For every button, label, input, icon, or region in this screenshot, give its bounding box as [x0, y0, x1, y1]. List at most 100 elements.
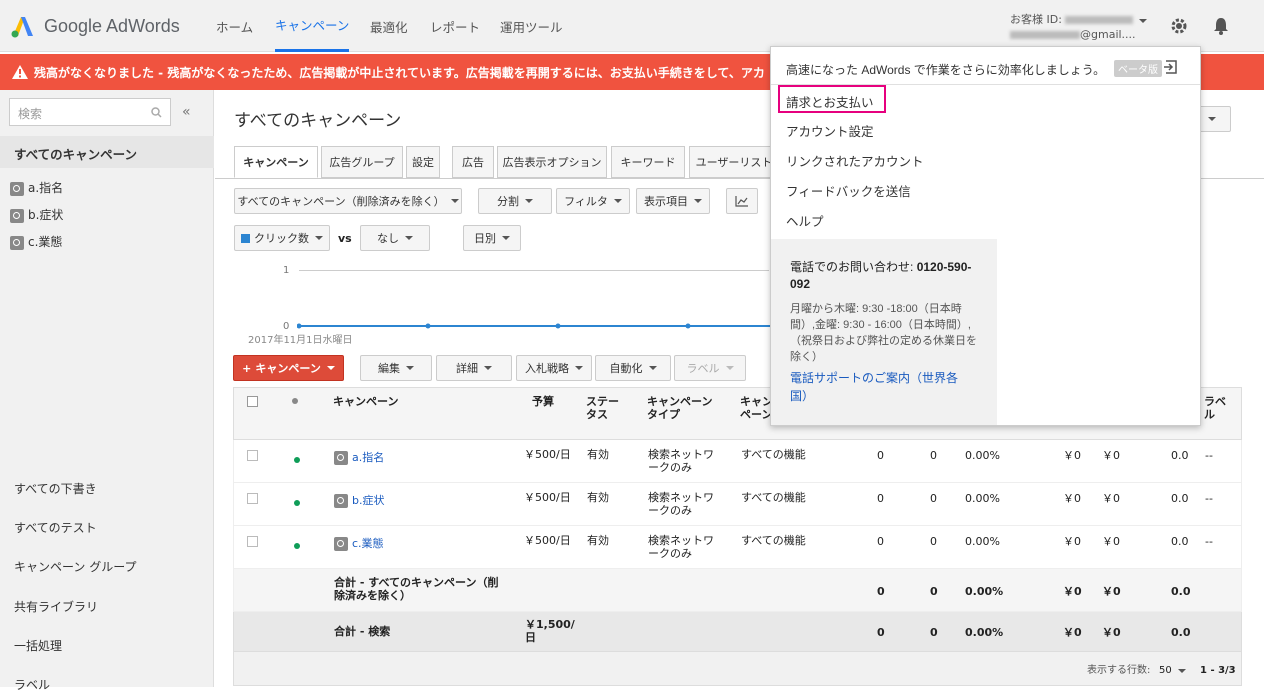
alert-text: 残高がなくなりました - 残高がなくなったため、広告掲載が中止されています。広告… [34, 65, 765, 80]
sidebar-campaign-a[interactable]: a.指名 [10, 179, 63, 196]
tab-ads[interactable]: 広告 [452, 146, 494, 178]
vs-label: vs [338, 232, 352, 245]
filter-dropdown[interactable]: フィルタ [556, 188, 630, 214]
sidebar-experiments[interactable]: すべてのテスト [14, 519, 97, 536]
labels-dropdown[interactable]: ラベル [674, 355, 746, 381]
period-dropdown[interactable]: 日別 [463, 225, 521, 251]
search-campaign-icon [10, 208, 24, 223]
campaign-link-c[interactable]: c.業態 [334, 537, 384, 551]
segment-dropdown[interactable]: 分割 [478, 188, 552, 214]
col-status[interactable]: ステータス [586, 395, 622, 421]
menu-account-settings[interactable]: アカウント設定 [786, 121, 874, 140]
impressions-value: 0 [930, 535, 937, 548]
budget-value[interactable]: ￥500/日 [524, 534, 571, 547]
metric-dropdown[interactable]: クリック数 [234, 225, 330, 251]
menu-send-feedback[interactable]: フィードバックを送信 [786, 181, 911, 200]
total-ctr: 0.00% [965, 585, 1004, 598]
nav-home[interactable]: ホーム [216, 0, 253, 52]
tab-campaigns[interactable]: キャンペーン [234, 146, 318, 178]
support-link[interactable]: 電話サポートのご案内（世界各国） [790, 369, 970, 405]
sidebar-all-campaigns[interactable]: すべてのキャンペーン [14, 144, 137, 163]
rows-per-page-select[interactable]: 50 [1159, 664, 1186, 677]
total-row-all: 合計 - すべてのキャンペーン（削除済みを除く） 0 0 0.00% ￥0 ￥0… [233, 569, 1242, 612]
clicks-value: 0 [877, 535, 884, 548]
chart-gridline-top [299, 270, 769, 271]
label-value: -- [1205, 492, 1213, 505]
details-label: 詳細 [456, 362, 478, 375]
chart-toggle-button[interactable] [726, 188, 758, 214]
row-checkbox[interactable] [247, 536, 258, 547]
impressions-value: 0 [930, 449, 937, 462]
chevron-down-icon [406, 366, 414, 370]
nav-optimize[interactable]: 最適化 [370, 0, 408, 52]
adwords-logo[interactable]: Google AdWords [10, 11, 180, 41]
bell-icon[interactable] [1212, 16, 1230, 36]
col-budget[interactable]: 予算 [532, 395, 554, 408]
select-all-checkbox[interactable] [247, 396, 258, 407]
sidebar-campaign-c[interactable]: c.業態 [10, 233, 62, 250]
tab-ad-groups[interactable]: 広告グループ [321, 146, 403, 178]
sidebar-labels[interactable]: ラベル [14, 676, 50, 693]
col-subtype[interactable]: キャンペーンプタイ [740, 395, 774, 421]
gear-icon[interactable] [1170, 17, 1188, 35]
col-labels[interactable]: ラベル [1204, 395, 1228, 421]
sidebar-campaign-groups[interactable]: キャンペーン グループ [14, 558, 137, 575]
chart-point [297, 323, 302, 329]
status-value: 有効 [587, 491, 609, 504]
tab-audiences[interactable]: ユーザーリスト [689, 146, 779, 178]
clicks-value: 0 [877, 492, 884, 505]
sidebar-bulk-operations[interactable]: 一括処理 [14, 637, 62, 654]
add-campaign-button[interactable]: + キャンペーン [233, 355, 344, 381]
sidebar-campaign-b[interactable]: b.症状 [10, 206, 63, 223]
menu-billing[interactable]: 請求とお支払い [786, 92, 874, 111]
account-switcher[interactable]: お客様 ID: @gmail.... [1010, 12, 1148, 42]
col-campaign[interactable]: キャンペーン [333, 395, 398, 408]
pager-range: 1 - 3/3 [1200, 665, 1236, 676]
budget-value[interactable]: ￥500/日 [524, 491, 571, 504]
compare-dropdown[interactable]: なし [360, 225, 430, 251]
status-value: 有効 [587, 448, 609, 461]
campaign-link-b[interactable]: b.症状 [334, 494, 384, 508]
sidebar-shared-library[interactable]: 共有ライブラリ [14, 598, 98, 615]
nav-tools[interactable]: 運用ツール [500, 0, 563, 52]
search-input[interactable]: 検索 [9, 98, 171, 126]
tab-ad-extensions[interactable]: 広告表示オプション [497, 146, 607, 178]
chevron-down-icon [450, 199, 459, 203]
nav-campaigns[interactable]: キャンペーン [275, 0, 350, 52]
status-header-dot-icon [292, 398, 298, 404]
scope-dropdown[interactable]: すべてのキャンペーン（削除済みを除く） [234, 188, 462, 214]
search-placeholder: 検索 [18, 107, 43, 121]
total-search-impressions: 0 [930, 626, 938, 639]
scope-label: すべてのキャンペーン（削除済みを除く） [237, 195, 445, 208]
row-checkbox[interactable] [247, 493, 258, 504]
total-search-cost: ￥0 [1102, 626, 1121, 639]
columns-dropdown[interactable]: 表示項目 [636, 188, 710, 214]
col-type[interactable]: キャンペーンタイプ [647, 395, 719, 421]
add-campaign-label: キャンペーン [255, 362, 321, 375]
nav-reports[interactable]: レポート [430, 0, 480, 52]
collapse-sidebar-button[interactable]: « [182, 104, 191, 120]
support-hours: 月曜から木曜: 9:30 -18:00（日本時間）,金曜: 9:30 - 16:… [790, 303, 977, 363]
bid-strategy-dropdown[interactable]: 入札戦略 [516, 355, 592, 381]
menu-linked-accounts[interactable]: リンクされたアカウント [786, 151, 924, 170]
total-position: 0.0 [1171, 585, 1191, 598]
tab-keywords[interactable]: キーワード [611, 146, 685, 178]
subtype-value: すべての機能 [741, 534, 806, 547]
automate-dropdown[interactable]: 自動化 [595, 355, 671, 381]
edit-dropdown[interactable]: 編集 [360, 355, 432, 381]
filter-label: フィルタ [564, 195, 608, 208]
chevron-down-icon [1208, 117, 1216, 121]
row-checkbox[interactable] [247, 450, 258, 461]
sidebar-drafts[interactable]: すべての下書き [14, 480, 97, 497]
menu-help[interactable]: ヘルプ [786, 211, 824, 230]
switch-interface-icon[interactable] [1163, 59, 1179, 75]
details-dropdown[interactable]: 詳細 [436, 355, 512, 381]
tab-settings[interactable]: 設定 [406, 146, 440, 178]
budget-value[interactable]: ￥500/日 [524, 448, 571, 461]
campaign-link-a[interactable]: a.指名 [334, 451, 384, 465]
impressions-value: 0 [930, 492, 937, 505]
segment-label: 分割 [497, 195, 519, 208]
type-value: 検索ネットワークのみ [648, 448, 714, 474]
sidebar-campaign-label: c.業態 [28, 235, 63, 249]
chevron-down-icon [484, 366, 492, 370]
